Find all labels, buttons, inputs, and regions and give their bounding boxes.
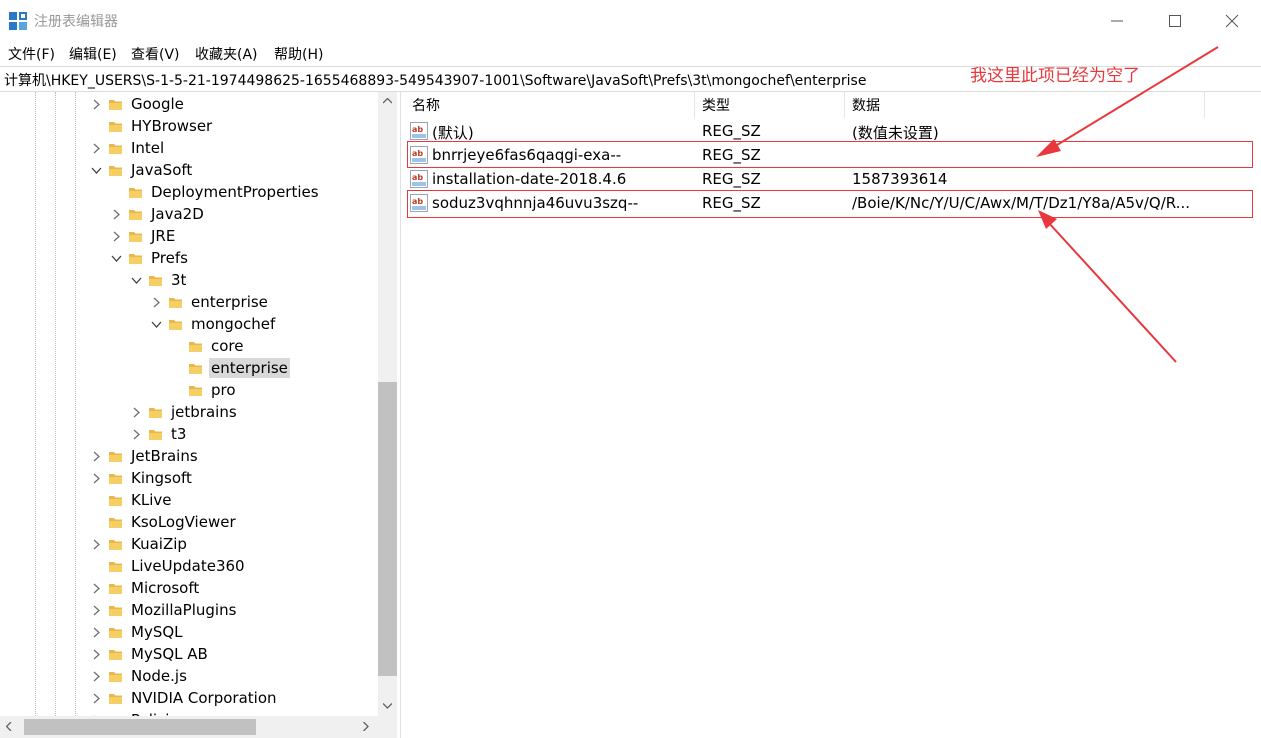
arrow-to-empty-value (1036, 46, 1219, 157)
arrow-to-filled-value (1038, 210, 1177, 363)
annotation-arrows (1036, 46, 1219, 363)
